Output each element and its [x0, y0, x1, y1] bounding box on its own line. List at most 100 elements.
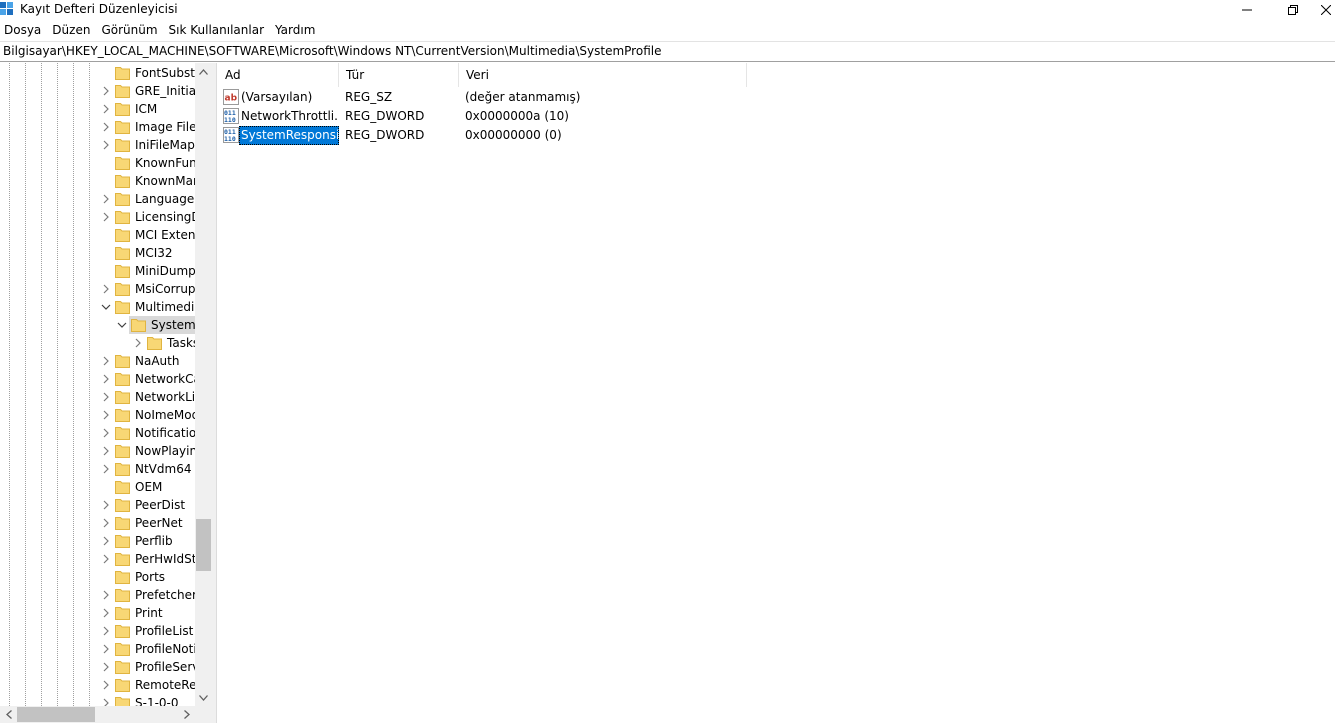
tree-item[interactable]: MsiCorruptedFileRecovery [0, 280, 195, 298]
pane-splitter[interactable] [212, 63, 217, 723]
tree-item[interactable]: SystemProfile [0, 316, 195, 334]
tree-item[interactable]: PeerDist [0, 496, 195, 514]
tree-item[interactable]: PeerNet [0, 514, 195, 532]
tree-item[interactable]: OEM [0, 478, 195, 496]
tree-expander[interactable] [101, 446, 111, 456]
tree-item[interactable]: FontSubstitutes [0, 64, 195, 82]
tree-item[interactable]: PerHwIdStorage [0, 550, 195, 568]
tree-item[interactable]: Print [0, 604, 195, 622]
tree-expander[interactable] [101, 212, 111, 222]
menu-view[interactable]: Görünüm [96, 21, 163, 40]
tree-item[interactable]: GRE_Initialize [0, 82, 195, 100]
tree-item[interactable]: IniFileMapping [0, 136, 195, 154]
tree-expander[interactable] [101, 464, 111, 474]
tree-expander[interactable] [101, 428, 111, 438]
tree-expander[interactable] [101, 500, 111, 510]
value-name: NetworkThrottli... [241, 109, 339, 123]
tree-expander[interactable] [117, 320, 127, 330]
tree-item[interactable]: Notifications [0, 424, 195, 442]
folder-icon [115, 66, 130, 80]
tree-item[interactable]: ProfileService [0, 658, 195, 676]
folder-icon [115, 660, 130, 674]
tree-expander[interactable] [101, 86, 111, 96]
key-tree: FontSubstitutes GRE_Initialize ICM Image Fi… [0, 63, 195, 706]
tree-vertical-scrollbar[interactable] [195, 63, 212, 706]
folder-icon [131, 318, 146, 332]
tree-item[interactable]: Tasks [0, 334, 195, 352]
tree-item[interactable]: ProfileNotification [0, 640, 195, 658]
tree-item[interactable]: KnownManagedDebuggingDlls [0, 172, 195, 190]
tree-item[interactable]: S-1-0-0 [0, 694, 195, 706]
tree-item[interactable]: Multimedia [0, 298, 195, 316]
tree-expander[interactable] [133, 338, 143, 348]
tree-expander[interactable] [101, 302, 111, 312]
tree-expander[interactable] [101, 644, 111, 654]
folder-icon [115, 138, 130, 152]
tree-expander[interactable] [101, 374, 111, 384]
tree-item[interactable]: LicensingDiag [0, 208, 195, 226]
column-header-type[interactable]: Tür [339, 63, 459, 87]
scroll-thumb[interactable] [17, 707, 95, 722]
tree-item-label: NaAuth [135, 354, 180, 368]
scroll-left-button[interactable] [0, 706, 17, 723]
tree-expander[interactable] [101, 392, 111, 402]
tree-item[interactable]: Image File Execution Options [0, 118, 195, 136]
tree-expander[interactable] [101, 356, 111, 366]
tree-expander[interactable] [101, 284, 111, 294]
tree-item[interactable]: Ports [0, 568, 195, 586]
address-bar[interactable]: Bilgisayar\HKEY_LOCAL_MACHINE\SOFTWARE\M… [0, 41, 1335, 62]
folder-icon [115, 534, 130, 548]
scroll-up-button[interactable] [195, 63, 212, 80]
tree-expander[interactable] [101, 608, 111, 618]
tree-item[interactable]: LanguagePack [0, 190, 195, 208]
tree-expander[interactable] [101, 122, 111, 132]
tree-expander[interactable] [101, 590, 111, 600]
tree-item[interactable]: Perflib [0, 532, 195, 550]
tree-item[interactable]: ProfileList [0, 622, 195, 640]
chevron-right-icon [103, 104, 109, 114]
tree-item[interactable]: NowPlayingSessionManager [0, 442, 195, 460]
value-row[interactable]: 011110SystemResponsi... REG_DWORD 0x000000… [218, 126, 1335, 145]
tree-expander[interactable] [101, 410, 111, 420]
tree-expander[interactable] [101, 554, 111, 564]
menu-favorites[interactable]: Sık Kullanılanlar [164, 21, 270, 40]
tree-item[interactable]: RemoteRegistry [0, 676, 195, 694]
tree-horizontal-scrollbar[interactable] [0, 706, 195, 723]
minimize-button[interactable] [1224, 0, 1270, 20]
tree-expander[interactable] [101, 518, 111, 528]
column-header-name[interactable]: Ad [218, 63, 339, 87]
tree-item[interactable]: Prefetcher [0, 586, 195, 604]
tree-item[interactable]: NetworkList [0, 388, 195, 406]
tree-item[interactable]: MCI Extensions [0, 226, 195, 244]
tree-item[interactable]: ICM [0, 100, 195, 118]
value-row[interactable]: 011 110 NetworkThrottli... REG_DWORD 0x00000… [218, 107, 1335, 126]
tree-item[interactable]: MiniDumpAuxiliaryDlls [0, 262, 195, 280]
tree-item[interactable]: NtVdm64 [0, 460, 195, 478]
scroll-down-button[interactable] [195, 689, 212, 706]
tree-expander[interactable] [101, 626, 111, 636]
value-row[interactable]: ab (Varsayılan) REG_SZ (değer atanmamış) [218, 88, 1335, 107]
close-button[interactable] [1316, 0, 1335, 20]
column-header-data[interactable]: Veri [459, 63, 747, 87]
tree-expander[interactable] [101, 536, 111, 546]
tree-item[interactable]: MCI32 [0, 244, 195, 262]
tree-item[interactable]: KnownFunctionTableDlls [0, 154, 195, 172]
menu-help[interactable]: Yardım [270, 21, 321, 40]
tree-expander[interactable] [101, 680, 111, 690]
tree-expander[interactable] [101, 104, 111, 114]
tree-item[interactable]: NoImeModeImes [0, 406, 195, 424]
tree-expander[interactable] [101, 194, 111, 204]
tree-expander[interactable] [101, 698, 111, 706]
tree-item-label: NetworkCards [135, 372, 195, 386]
maximize-button[interactable] [1270, 0, 1316, 20]
scroll-thumb[interactable] [196, 519, 211, 571]
menu-edit[interactable]: Düzen [47, 21, 96, 40]
menu-file[interactable]: Dosya [0, 21, 47, 40]
tree-expander[interactable] [101, 140, 111, 150]
folder-icon [115, 480, 130, 494]
tree-item[interactable]: NetworkCards [0, 370, 195, 388]
tree-expander[interactable] [101, 662, 111, 672]
tree-item[interactable]: NaAuth [0, 352, 195, 370]
scroll-right-button[interactable] [178, 706, 195, 723]
value-type: REG_DWORD [345, 109, 425, 123]
